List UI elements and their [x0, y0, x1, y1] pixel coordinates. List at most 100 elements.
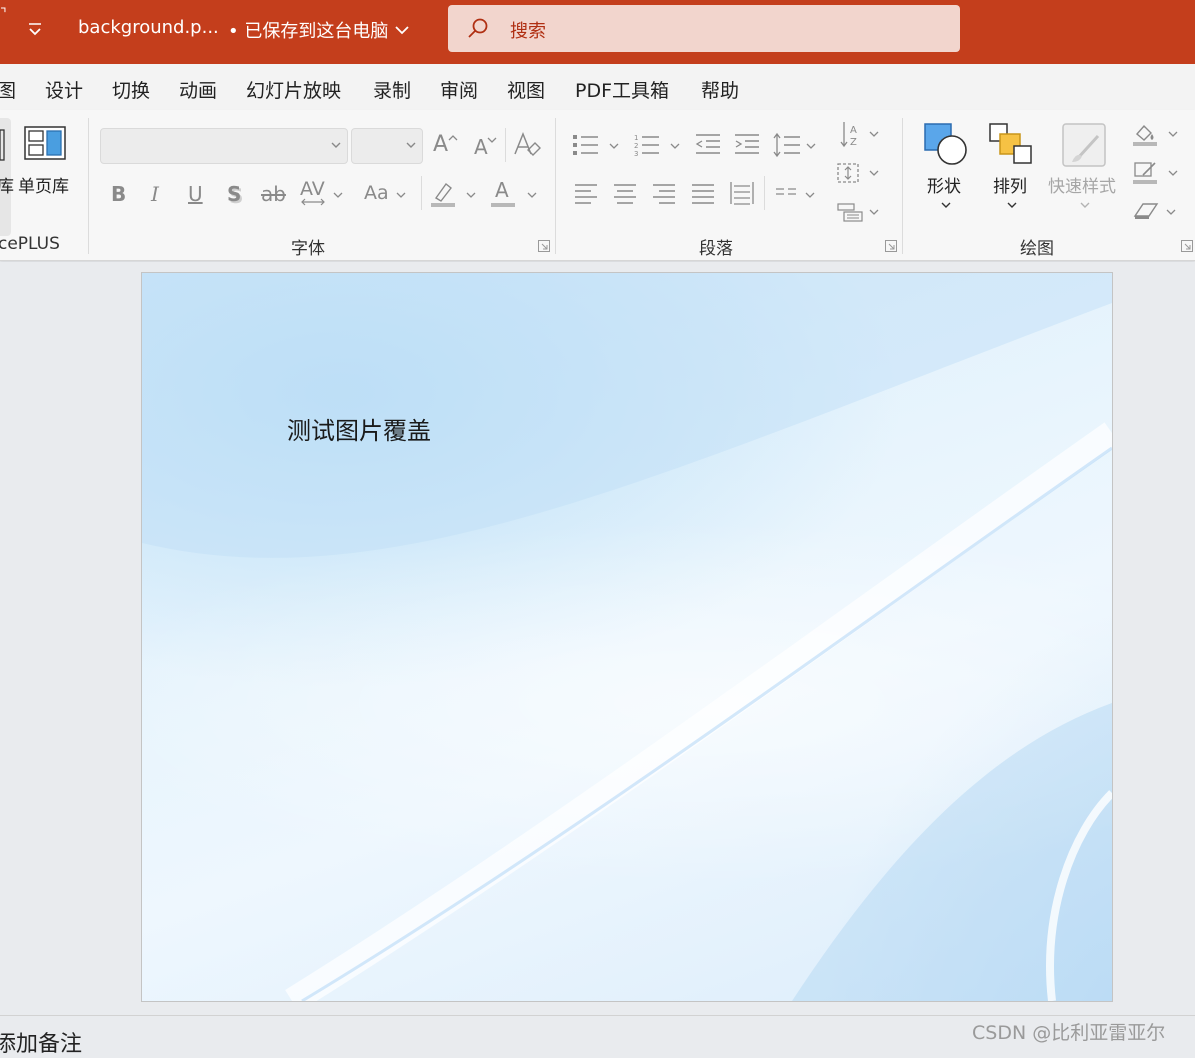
- decrease-indent-icon[interactable]: [694, 132, 722, 158]
- justify-icon[interactable]: [690, 182, 716, 204]
- chevron-down-icon[interactable]: [1080, 201, 1090, 209]
- arrange-label[interactable]: 排列: [993, 172, 1027, 197]
- chevron-down-icon[interactable]: [527, 191, 537, 199]
- convert-to-smartart-icon[interactable]: [836, 200, 864, 224]
- document-title: background.p...: [78, 17, 219, 38]
- group-divider: [902, 118, 903, 254]
- text-shadow-button[interactable]: S: [227, 182, 241, 206]
- shape-fill-icon[interactable]: [1131, 122, 1159, 146]
- officeplus-group-label: cePLUS: [0, 234, 60, 254]
- chevron-down-icon[interactable]: [609, 142, 619, 150]
- shape-effects-icon[interactable]: [1131, 200, 1159, 222]
- highlight-color-icon[interactable]: [430, 180, 456, 208]
- numbering-icon[interactable]: 123: [633, 132, 661, 158]
- tab-help[interactable]: 帮助: [701, 76, 739, 103]
- chevron-down-icon[interactable]: [333, 191, 343, 199]
- tab-design[interactable]: 设计: [45, 76, 83, 103]
- chevron-down-icon[interactable]: [1168, 130, 1178, 138]
- group-divider: [555, 118, 556, 254]
- tab-transitions[interactable]: 切换: [112, 76, 150, 103]
- divider: [421, 176, 422, 210]
- chevron-down-icon[interactable]: [394, 22, 410, 38]
- chevron-down-icon[interactable]: [805, 191, 815, 199]
- divider: [505, 128, 506, 162]
- grow-font-icon[interactable]: A: [433, 132, 448, 157]
- title-bar-edge-glyph: ⌝: [0, 6, 7, 22]
- slide-canvas[interactable]: 测试图片覆盖: [141, 272, 1113, 1002]
- chevron-down-icon[interactable]: [1007, 201, 1017, 209]
- chevron-down-icon[interactable]: [1168, 169, 1178, 177]
- quick-styles-icon[interactable]: [1060, 122, 1108, 168]
- font-size-combo[interactable]: [351, 128, 423, 164]
- shape-outline-icon[interactable]: [1131, 160, 1159, 184]
- library-icon-partial: [0, 129, 5, 161]
- font-name-combo[interactable]: [100, 128, 348, 164]
- chevron-down-icon[interactable]: [466, 191, 476, 199]
- add-notes-button[interactable]: 添加备注: [0, 1026, 82, 1058]
- align-left-icon[interactable]: [573, 182, 599, 204]
- underline-button[interactable]: U: [188, 182, 203, 206]
- search-box[interactable]: 搜索: [448, 5, 960, 52]
- svg-text:3: 3: [634, 150, 638, 158]
- tab-animations[interactable]: 动画: [179, 76, 217, 103]
- chevron-down-icon[interactable]: [869, 130, 879, 138]
- change-case-button[interactable]: Aa: [364, 182, 389, 204]
- title-bar: ⌝ background.p... • 已保存到这台电脑 搜索: [0, 0, 1195, 64]
- italic-button[interactable]: I: [151, 182, 159, 206]
- align-center-icon[interactable]: [612, 182, 638, 204]
- shapes-label[interactable]: 形状: [927, 172, 961, 197]
- columns-icon[interactable]: [774, 184, 798, 202]
- tab-slideshow[interactable]: 幻灯片放映: [246, 76, 341, 103]
- bold-button[interactable]: B: [111, 182, 126, 206]
- chevron-down-icon: [331, 142, 341, 148]
- caret-up-icon: [448, 135, 458, 141]
- character-spacing-button[interactable]: AV: [300, 178, 325, 200]
- slide-text-box[interactable]: 测试图片覆盖: [287, 411, 431, 446]
- chevron-down-icon[interactable]: [806, 142, 816, 150]
- ribbon-tabs: 图 设计 切换 动画 幻灯片放映 录制 审阅 视图 PDF工具箱 帮助: [0, 64, 1195, 110]
- divider: [764, 176, 765, 210]
- shapes-icon[interactable]: [922, 122, 970, 166]
- svg-text:1: 1: [634, 134, 638, 142]
- single-page-library-icon[interactable]: [24, 126, 66, 160]
- save-status[interactable]: • 已保存到这台电脑: [228, 17, 388, 43]
- increase-indent-icon[interactable]: [733, 132, 761, 158]
- group-divider: [88, 118, 89, 254]
- svg-text:A: A: [850, 125, 857, 136]
- font-color-button[interactable]: A: [495, 178, 509, 202]
- tab-record[interactable]: 录制: [373, 76, 411, 103]
- chevron-down-icon[interactable]: [670, 142, 680, 150]
- shrink-font-icon[interactable]: A: [474, 135, 488, 159]
- text-direction-icon[interactable]: AZ: [838, 120, 864, 148]
- tab-review[interactable]: 审阅: [440, 76, 478, 103]
- align-right-icon[interactable]: [651, 182, 677, 204]
- dialog-launcher-icon[interactable]: [885, 240, 897, 252]
- tab-insert-partial[interactable]: 图: [0, 76, 16, 103]
- tab-pdf-toolbox[interactable]: PDF工具箱: [575, 76, 669, 103]
- align-text-icon[interactable]: [836, 160, 864, 186]
- dialog-launcher-icon[interactable]: [1181, 240, 1193, 252]
- strikethrough-button[interactable]: ab: [261, 182, 286, 206]
- caret-down-icon: [487, 137, 497, 143]
- chevron-down-icon[interactable]: [869, 169, 879, 177]
- svg-text:2: 2: [634, 142, 638, 150]
- spacing-arrows-icon: [301, 198, 325, 206]
- chevron-down-icon[interactable]: [941, 201, 951, 209]
- quick-styles-label[interactable]: 快速样式: [1048, 172, 1116, 197]
- dialog-launcher-icon[interactable]: [538, 240, 550, 252]
- font-group-label: 字体: [291, 239, 325, 259]
- tab-view[interactable]: 视图: [507, 76, 545, 103]
- chevron-down-icon[interactable]: [869, 208, 879, 216]
- distributed-icon[interactable]: [729, 180, 755, 206]
- bullets-icon[interactable]: [572, 132, 600, 158]
- chevron-down-icon[interactable]: [1166, 208, 1176, 216]
- library-label-partial: 库: [0, 177, 14, 197]
- line-spacing-icon[interactable]: [772, 130, 802, 160]
- customize-qat-icon[interactable]: [26, 18, 44, 40]
- search-icon: [468, 18, 488, 38]
- single-page-library-label[interactable]: 单页库: [18, 172, 69, 197]
- arrange-icon[interactable]: [988, 122, 1034, 166]
- chevron-down-icon[interactable]: [396, 191, 406, 199]
- clear-formatting-icon[interactable]: [513, 130, 541, 160]
- ribbon: 库 单页库 cePLUS A A B I U S ab AV Aa A 字体 1…: [0, 110, 1195, 261]
